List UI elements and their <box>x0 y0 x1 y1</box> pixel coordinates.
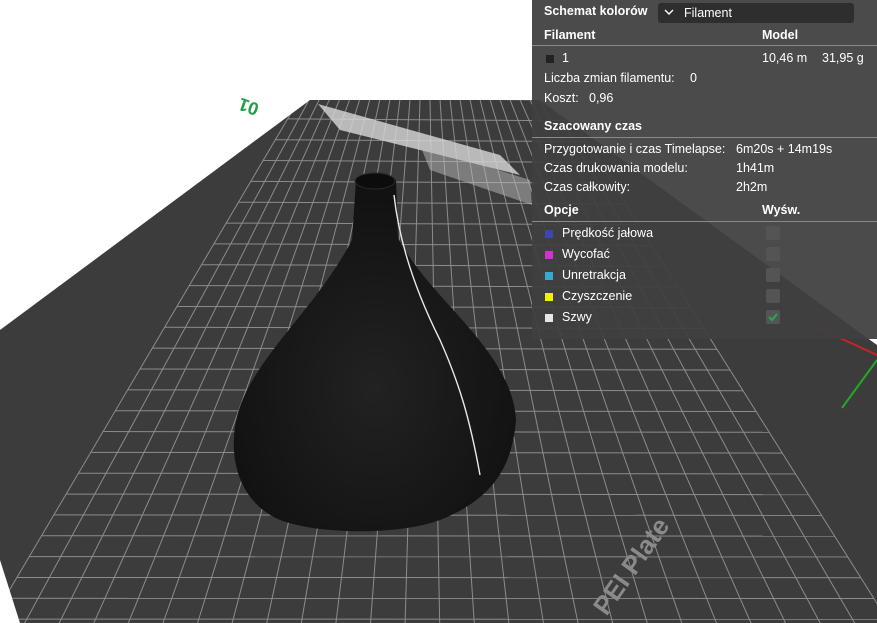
divider <box>532 221 877 222</box>
filament-changes-label: Liczba zmian filamentu: <box>544 71 675 85</box>
total-time-label: Czas całkowity: <box>544 180 631 194</box>
color-scheme-dropdown[interactable]: Filament <box>658 3 854 23</box>
gcode-legend-panel: Schemat kolorów Filament Filament Model … <box>532 0 877 339</box>
divider <box>532 45 877 46</box>
estimated-time-header: Szacowany czas <box>544 119 642 133</box>
cost-label: Koszt: <box>544 91 579 105</box>
retract-swatch <box>545 251 553 259</box>
prep-time-value: 6m20s + 14m19s <box>736 142 833 156</box>
plate-number: 01 <box>236 94 262 120</box>
show-column-header: Wyśw. <box>762 203 801 217</box>
option-label-travel-speed: Prędkość jałowa <box>562 226 654 240</box>
grid-line <box>299 100 561 101</box>
filament-id: 1 <box>562 51 569 65</box>
color-scheme-value: Filament <box>684 6 732 20</box>
option-label-seams: Szwy <box>562 310 592 324</box>
chevron-down-icon <box>664 9 674 15</box>
filament-column-header: Filament <box>544 28 596 42</box>
unretract-swatch <box>545 272 553 280</box>
filament-length: 10,46 m <box>762 51 808 65</box>
travel-speed-swatch <box>545 230 553 238</box>
option-label-wipe: Czyszczenie <box>562 289 633 303</box>
model-time-value: 1h41m <box>736 161 775 175</box>
model-time-label: Czas drukowania modelu: <box>544 161 688 175</box>
filament-weight: 31,95 g <box>822 51 864 65</box>
divider <box>532 137 877 138</box>
options-column-header: Opcje <box>544 203 579 217</box>
model-column-header: Model <box>762 28 799 42</box>
wipe-checkbox[interactable] <box>766 289 780 303</box>
seams-swatch <box>545 314 553 322</box>
option-label-retract: Wycofać <box>562 247 610 261</box>
travel-speed-checkbox[interactable] <box>766 226 780 240</box>
checkmark-icon <box>768 313 778 322</box>
retract-checkbox[interactable] <box>766 247 780 261</box>
prep-time-label: Przygotowanie i czas Timelapse: <box>544 142 726 156</box>
unretract-checkbox[interactable] <box>766 268 780 282</box>
total-time-value: 2h2m <box>736 180 768 194</box>
seams-checkbox[interactable] <box>766 310 780 324</box>
filament-swatch <box>546 55 554 63</box>
option-label-unretract: Unretrakcja <box>562 268 626 282</box>
cost-value: 0,96 <box>589 91 614 105</box>
filament-changes-value: 0 <box>690 71 697 85</box>
color-scheme-label: Schemat kolorów <box>544 4 648 18</box>
wipe-swatch <box>545 293 553 301</box>
